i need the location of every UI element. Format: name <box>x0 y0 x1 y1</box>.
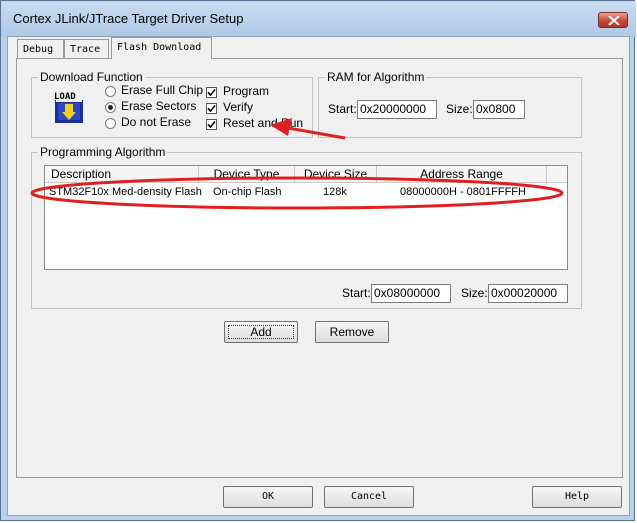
annotation-overlay <box>30 118 564 210</box>
tab-flash-download-label: Flash Download <box>117 42 202 53</box>
tab-flash-download[interactable]: Flash Download <box>111 37 212 59</box>
annotation-arrow-icon <box>270 118 346 140</box>
annotation-ellipse <box>30 176 564 210</box>
